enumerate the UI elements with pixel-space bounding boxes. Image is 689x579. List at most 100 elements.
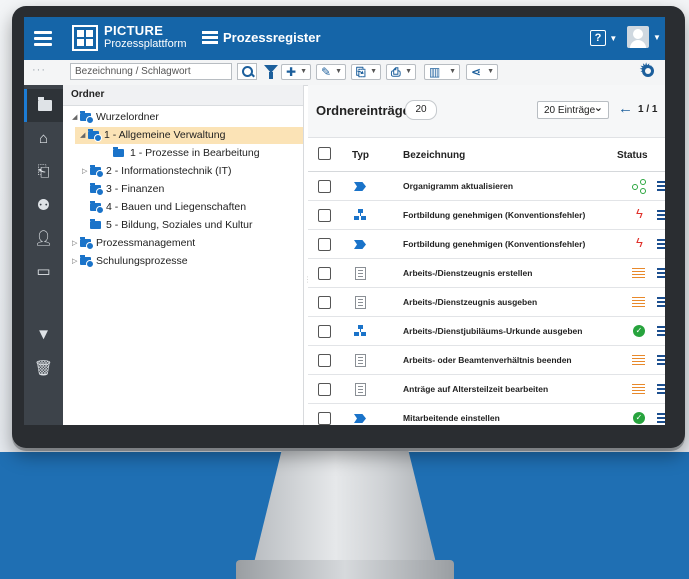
collapsed-triangle-icon[interactable]: ▷	[72, 257, 77, 265]
document-icon	[355, 296, 366, 309]
folder-icon	[38, 97, 52, 111]
tree-item-schulungsprozesse[interactable]: ▷ Schulungsprozesse	[63, 253, 303, 270]
row-menu-icon[interactable]	[657, 326, 665, 336]
trash-icon: 🗑︎	[33, 359, 54, 377]
tree-item-informationstechnik[interactable]: ▷ 2 - Informationstechnik (IT)	[63, 163, 303, 180]
row-checkbox[interactable]	[318, 267, 331, 280]
table-row[interactable]: Arbeits-/Dienstzeugnis erstellen	[308, 259, 665, 288]
monitor-stand-base	[236, 560, 454, 579]
row-name[interactable]: Arbeits-/Dienstzeugnis ausgeben	[403, 297, 537, 307]
column-header-status[interactable]: Status	[617, 150, 648, 161]
row-name[interactable]: Arbeits-/Dienstzeugnis erstellen	[403, 268, 532, 278]
row-menu-icon[interactable]	[657, 355, 665, 365]
row-checkbox[interactable]	[318, 209, 331, 222]
row-menu-icon[interactable]	[657, 384, 665, 394]
folder-gear-icon	[90, 201, 104, 214]
more-dots-icon: ···	[32, 64, 46, 76]
row-checkbox[interactable]	[318, 412, 331, 425]
toolbar: ··· ✚▼ ✎▼ ⎘▼ ⎙▼ ▥▼ ⋖▼	[24, 60, 665, 86]
tree-item-allgemeine-verwaltung[interactable]: ◢ 1 - Allgemeine Verwaltung	[75, 127, 303, 144]
import-button[interactable]: ⎘ ▼	[351, 64, 381, 80]
table-row[interactable]: Organigramm aktualisieren	[308, 172, 665, 201]
table-row[interactable]: Fortbildung genehmigen (Konventionsfehle…	[308, 230, 665, 259]
folder-panel-header: Ordner	[63, 85, 303, 106]
expand-triangle-icon[interactable]: ◢	[72, 113, 77, 121]
rail-roles[interactable]: ⚉	[24, 188, 63, 221]
column-header-type[interactable]: Typ	[352, 150, 369, 161]
rail-home[interactable]: ⌂	[24, 122, 63, 155]
row-menu-icon[interactable]	[657, 210, 665, 220]
row-name[interactable]: Mitarbeitende einstellen	[403, 413, 500, 423]
collapsed-triangle-icon[interactable]: ▷	[82, 167, 87, 175]
folder-panel: Ordner ◢ Wurzelordner ◢ 1 - Allgemeine V…	[63, 85, 304, 425]
share-button[interactable]: ⋖ ▼	[466, 64, 498, 80]
error-bolt-icon: ϟ	[636, 235, 643, 250]
rail-processes[interactable]: ⎗	[24, 155, 63, 188]
rail-systems[interactable]: ▭	[24, 254, 63, 287]
process-arrow-icon	[354, 182, 366, 191]
share-icon	[632, 179, 646, 194]
table-row[interactable]: Fortbildung genehmigen (Konventionsfehle…	[308, 201, 665, 230]
tree-item-prozessmanagement[interactable]: ▷ Prozessmanagement	[63, 235, 303, 252]
check-circle-icon: ✓	[633, 412, 645, 424]
row-checkbox[interactable]	[318, 296, 331, 309]
rail-users[interactable]: 👤︎	[24, 221, 63, 254]
row-checkbox[interactable]	[318, 325, 331, 338]
tree-item-root[interactable]: ◢ Wurzelordner	[63, 109, 303, 126]
hamburger-menu-icon[interactable]	[32, 28, 54, 50]
org-chart-icon	[354, 325, 366, 337]
row-menu-icon[interactable]	[657, 268, 665, 278]
rail-folders[interactable]	[24, 89, 63, 122]
row-menu-icon[interactable]	[657, 239, 665, 249]
process-icon: ⎗	[37, 163, 50, 180]
row-menu-icon[interactable]	[657, 181, 665, 191]
module-title[interactable]: Prozessregister	[223, 30, 321, 45]
chart-button[interactable]: ▥ ▼	[424, 64, 460, 80]
row-checkbox[interactable]	[318, 180, 331, 193]
tree-item-label: Prozessmanagement	[96, 237, 196, 249]
row-checkbox[interactable]	[318, 383, 331, 396]
tree-item-bildung-soziales-kultur[interactable]: 5 - Bildung, Soziales und Kultur	[63, 217, 303, 234]
tree-item-finanzen[interactable]: 3 - Finanzen	[63, 181, 303, 198]
table-row[interactable]: Arbeits- oder Beamtenverhältnis beenden	[308, 346, 665, 375]
folder-icon	[113, 147, 124, 157]
chevron-down-icon[interactable]: ▼	[653, 33, 661, 42]
table-row[interactable]: Anträge auf Altersteilzeit bearbeiten	[308, 375, 665, 404]
filter-icon: ▼	[36, 326, 51, 343]
filter-icon[interactable]	[264, 65, 278, 79]
page-size-select[interactable]: 20 Einträge	[537, 99, 609, 119]
row-name[interactable]: Anträge auf Altersteilzeit bearbeiten	[403, 384, 548, 394]
row-name[interactable]: Arbeits-/Dienstjubiläums-Urkunde ausgebe…	[403, 326, 582, 336]
avatar[interactable]	[627, 26, 649, 48]
expand-triangle-icon[interactable]: ◢	[80, 131, 85, 139]
row-name[interactable]: Fortbildung genehmigen (Konventionsfehle…	[403, 210, 585, 220]
row-menu-icon[interactable]	[657, 297, 665, 307]
rail-filter[interactable]: ▼	[24, 318, 63, 351]
rail-trash[interactable]: 🗑︎	[24, 351, 63, 384]
row-name[interactable]: Fortbildung genehmigen (Konventionsfehle…	[403, 239, 585, 249]
help-menu[interactable]: ? ▼	[590, 30, 617, 46]
gear-icon[interactable]	[639, 60, 654, 80]
check-circle-icon: ✓	[633, 325, 645, 337]
row-checkbox[interactable]	[318, 354, 331, 367]
tree-item-prozesse-in-bearbeitung[interactable]: 1 - Prozesse in Bearbeitung	[63, 145, 303, 162]
table-row[interactable]: Arbeits-/Dienstzeugnis ausgeben	[308, 288, 665, 317]
column-header-name[interactable]: Bezeichnung	[403, 150, 465, 161]
arrow-left-icon[interactable]: ←	[618, 100, 633, 117]
table-row[interactable]: Mitarbeitende einstellen ✓	[308, 404, 665, 425]
search-icon[interactable]	[237, 63, 257, 80]
export-button[interactable]: ⎙ ▼	[386, 64, 416, 80]
search-input[interactable]	[70, 63, 232, 80]
edit-button[interactable]: ✎ ▼	[316, 64, 346, 80]
row-menu-icon[interactable]	[657, 413, 665, 423]
select-all-checkbox[interactable]	[318, 147, 331, 160]
in-progress-icon	[632, 297, 645, 308]
table-row[interactable]: Arbeits-/Dienstjubiläums-Urkunde ausgebe…	[308, 317, 665, 346]
add-button[interactable]: ✚ ▼	[281, 64, 311, 80]
row-name[interactable]: Organigramm aktualisieren	[403, 181, 513, 191]
collapsed-triangle-icon[interactable]: ▷	[72, 239, 77, 247]
row-checkbox[interactable]	[318, 238, 331, 251]
row-name[interactable]: Arbeits- oder Beamtenverhältnis beenden	[403, 355, 572, 365]
screen: PICTURE Prozessplattform Prozessregister…	[24, 17, 665, 425]
tree-item-bauen-und-liegenschaften[interactable]: 4 - Bauen und Liegenschaften	[63, 199, 303, 216]
